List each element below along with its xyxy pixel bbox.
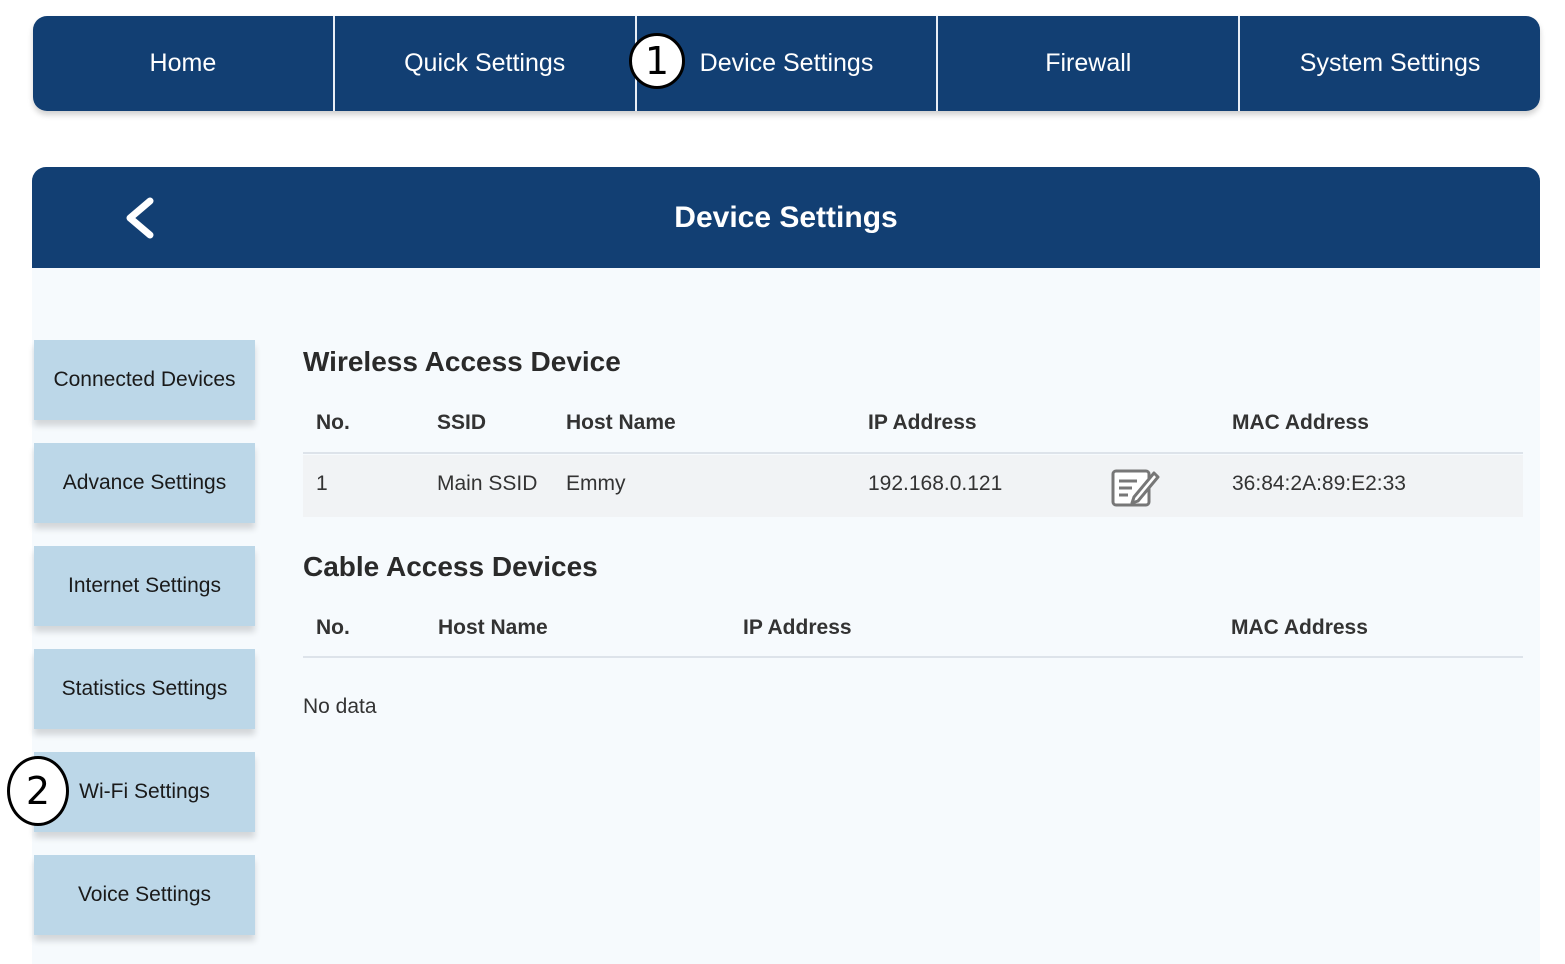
- chevron-left-icon[interactable]: [120, 197, 160, 239]
- tab-label: System Settings: [1299, 49, 1481, 77]
- tab-quick-settings[interactable]: Quick Settings: [335, 16, 637, 111]
- wireless-col-mac-address: MAC Address: [1232, 411, 1369, 434]
- sidebar-item-internet-settings[interactable]: Internet Settings: [34, 546, 255, 626]
- cable-col-mac-address: MAC Address: [1231, 616, 1368, 639]
- wireless-cell-no: 1: [316, 472, 328, 495]
- cable-col-host-name: Host Name: [438, 616, 548, 639]
- wireless-col-host-name: Host Name: [566, 411, 676, 434]
- callout-1: 1: [629, 33, 685, 89]
- cable-col-ip-address: IP Address: [743, 616, 852, 639]
- tab-home[interactable]: Home: [33, 16, 335, 111]
- wireless-col-ip-address: IP Address: [868, 411, 977, 434]
- tab-label: Firewall: [1045, 49, 1132, 77]
- wireless-cell-ip-address: 192.168.0.121: [868, 472, 1003, 495]
- sidebar-item-label: Voice Settings: [77, 883, 212, 906]
- wireless-cell-ssid: Main SSID: [437, 472, 538, 495]
- page-title: Device Settings: [674, 200, 898, 234]
- wireless-col-ssid: SSID: [437, 411, 487, 434]
- sidebar-item-label: Wi-Fi Settings: [79, 780, 210, 803]
- wireless-col-no: No.: [316, 411, 350, 434]
- page-header: Device Settings: [32, 167, 1540, 268]
- sidebar-item-connected-devices[interactable]: Connected Devices: [34, 340, 255, 420]
- cable-empty-text: No data: [303, 695, 377, 718]
- tab-label: Device Settings: [699, 49, 874, 77]
- wireless-header-divider: [303, 452, 1523, 454]
- wireless-cell-host-name: Emmy: [566, 472, 626, 495]
- wireless-section-title: Wireless Access Device: [303, 346, 621, 377]
- tab-firewall[interactable]: Firewall: [938, 16, 1241, 111]
- tab-system-settings[interactable]: System Settings: [1240, 16, 1540, 111]
- callout-2: 2: [7, 756, 69, 826]
- sidebar-item-statistics-settings[interactable]: Statistics Settings: [34, 649, 255, 729]
- sidebar-item-label: Advance Settings: [62, 471, 227, 494]
- cable-section-title: Cable Access Devices: [303, 551, 598, 582]
- tab-label: Quick Settings: [404, 49, 566, 77]
- sidebar-item-advance-settings[interactable]: Advance Settings: [34, 443, 255, 523]
- cable-col-no: No.: [316, 616, 350, 639]
- sidebar-item-label: Connected Devices: [53, 368, 236, 391]
- sidebar-item-voice-settings[interactable]: Voice Settings: [34, 855, 255, 935]
- sidebar-item-label: Statistics Settings: [61, 677, 228, 700]
- tab-label: Home: [149, 49, 217, 77]
- sidebar-item-label: Internet Settings: [68, 574, 221, 597]
- top-navigation: Home Quick Settings Device Settings Fire…: [33, 16, 1540, 111]
- edit-icon[interactable]: [1110, 467, 1160, 509]
- wireless-cell-mac-address: 36:84:2A:89:E2:33: [1232, 472, 1406, 495]
- cable-header-divider: [303, 656, 1523, 658]
